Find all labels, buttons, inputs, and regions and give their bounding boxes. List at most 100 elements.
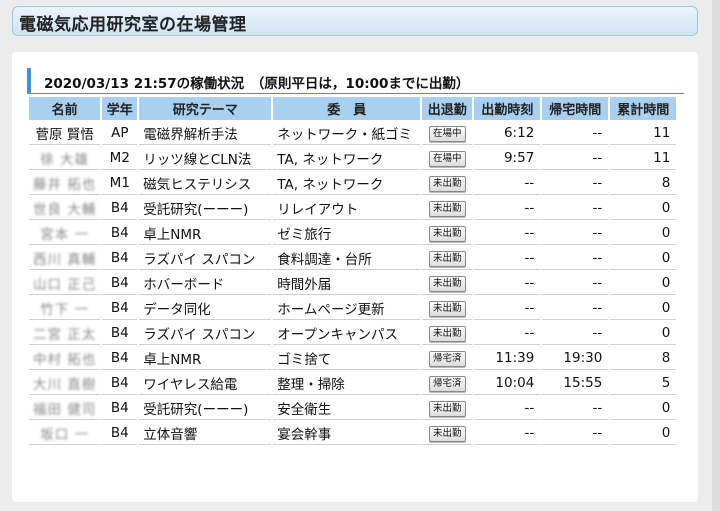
cell-committee: ホームページ更新 xyxy=(273,297,421,320)
cell-theme: 受託研究(ーーー) xyxy=(139,197,272,220)
cell-committee-text: 時間外届 xyxy=(277,277,332,293)
cell-in-time-text: -- xyxy=(524,175,535,191)
table-row: 菅原 賢悟 AP 電磁界解析手法 ネットワーク・紙ゴミ 在場中 6:12 -- 11 xyxy=(29,122,677,145)
cell-grade-text: B4 xyxy=(110,325,129,341)
cell-committee-text: 食料調達・台所 xyxy=(277,252,372,268)
cell-total-text: 0 xyxy=(661,300,671,316)
cell-total: 0 xyxy=(610,222,677,245)
cell-in-time: 6:12 xyxy=(474,122,541,145)
status-button[interactable]: 帰宅済 xyxy=(429,351,466,367)
cell-committee-text: ゴミ捨て xyxy=(277,352,332,368)
cell-out-time: 19:30 xyxy=(542,347,609,370)
status-button[interactable]: 未出勤 xyxy=(429,201,466,217)
cell-name: 中村 拓也 xyxy=(29,347,101,370)
status-button[interactable]: 未出勤 xyxy=(429,276,466,292)
cell-in-time-text: -- xyxy=(524,275,535,291)
status-button[interactable]: 在場中 xyxy=(429,151,466,167)
col-header-committee: 委 員 xyxy=(273,97,421,120)
cell-committee: ゼミ旅行 xyxy=(273,222,421,245)
cell-committee-text: リレイアウト xyxy=(277,202,359,218)
cell-status: 未出勤 xyxy=(422,172,473,195)
status-button[interactable]: 未出勤 xyxy=(429,401,466,417)
cell-grade-text: B4 xyxy=(110,200,129,216)
cell-status: 帰宅済 xyxy=(422,347,473,370)
cell-theme-text: ラズパイ スパコン xyxy=(143,252,256,268)
cell-out-time: 15:55 xyxy=(542,372,609,395)
cell-committee-text: 安全衛生 xyxy=(277,402,332,418)
status-button[interactable]: 未出勤 xyxy=(429,426,466,442)
cell-name-text: 宮本 一 xyxy=(40,227,90,243)
cell-committee: 整理・掃除 xyxy=(273,372,421,395)
cell-status: 未出勤 xyxy=(422,197,473,220)
window-edge xyxy=(712,0,720,511)
status-button[interactable]: 未出勤 xyxy=(429,326,466,342)
col-header-grade: 学年 xyxy=(102,97,138,120)
cell-in-time: -- xyxy=(474,322,541,345)
cell-out-time: -- xyxy=(542,297,609,320)
cell-grade: B4 xyxy=(102,222,138,245)
cell-status: 帰宅済 xyxy=(422,372,473,395)
table-row: 中村 拓也 B4 卓上NMR ゴミ捨て 帰宅済 11:39 19:30 8 xyxy=(29,347,677,370)
cell-out-time: -- xyxy=(542,222,609,245)
cell-name-text: 徐 大雄 xyxy=(40,152,90,168)
cell-theme-text: ラズパイ スパコン xyxy=(143,327,256,343)
table-header-row: 名前 学年 研究テーマ 委 員 出退勤 出勤時刻 帰宅時間 累計時間 xyxy=(29,97,677,120)
cell-out-time-text: -- xyxy=(592,125,603,141)
cell-in-time-text: -- xyxy=(524,200,535,216)
cell-total: 0 xyxy=(610,297,677,320)
cell-committee-text: ゼミ旅行 xyxy=(277,227,332,243)
cell-theme-text: データ同化 xyxy=(143,302,211,318)
cell-total: 8 xyxy=(610,172,677,195)
cell-grade: M1 xyxy=(102,172,138,195)
cell-grade: M2 xyxy=(102,147,138,170)
cell-theme-text: 立体音響 xyxy=(143,427,198,443)
cell-name: 二宮 正太 xyxy=(29,322,101,345)
table-row: 徐 大雄 M2 リッツ線とCLN法 TA, ネットワーク 在場中 9:57 -- 11 xyxy=(29,147,677,170)
cell-out-time: -- xyxy=(542,122,609,145)
cell-grade: B4 xyxy=(102,272,138,295)
table-row: 大川 直樹 B4 ワイヤレス給電 整理・掃除 帰宅済 10:04 15:55 5 xyxy=(29,372,677,395)
cell-committee-text: オープンキャンパス xyxy=(277,327,398,343)
section-title: 2020/03/13 21:57の稼働状況 （原則平日は，10:00までに出勤） xyxy=(44,76,470,92)
status-button[interactable]: 未出勤 xyxy=(429,226,466,242)
cell-grade-text: B4 xyxy=(110,375,129,391)
cell-in-time-text: -- xyxy=(524,325,535,341)
cell-committee: オープンキャンパス xyxy=(273,322,421,345)
cell-out-time: -- xyxy=(542,172,609,195)
cell-total-text: 8 xyxy=(661,175,671,191)
status-button[interactable]: 在場中 xyxy=(429,126,466,142)
cell-in-time: 9:57 xyxy=(474,147,541,170)
status-button[interactable]: 未出勤 xyxy=(429,176,466,192)
cell-grade: B4 xyxy=(102,347,138,370)
table-row: 福田 健司 B4 受託研究(ーーー) 安全衛生 未出勤 -- -- 0 xyxy=(29,397,677,420)
status-button[interactable]: 帰宅済 xyxy=(429,376,466,392)
section-header: 2020/03/13 21:57の稼働状況 （原則平日は，10:00までに出勤） xyxy=(27,68,684,94)
cell-grade-text: B4 xyxy=(110,350,129,366)
cell-total-text: 0 xyxy=(661,425,671,441)
cell-status: 未出勤 xyxy=(422,272,473,295)
cell-status: 未出勤 xyxy=(422,422,473,445)
cell-theme-text: 受託研究(ーーー) xyxy=(143,402,249,418)
cell-theme: 磁気ヒステリシス xyxy=(139,172,272,195)
table-row: 西川 真輔 B4 ラズパイ スパコン 食料調達・台所 未出勤 -- -- 0 xyxy=(29,247,677,270)
cell-name-text: 山口 正己 xyxy=(33,277,97,293)
status-button[interactable]: 未出勤 xyxy=(429,251,466,267)
cell-name-text: 坂口 一 xyxy=(40,427,90,443)
col-header-total: 累計時間 xyxy=(610,97,677,120)
cell-in-time: -- xyxy=(474,222,541,245)
cell-total: 0 xyxy=(610,272,677,295)
cell-name: 大川 直樹 xyxy=(29,372,101,395)
cell-name: 世良 大輔 xyxy=(29,197,101,220)
cell-in-time: -- xyxy=(474,297,541,320)
cell-grade-text: B4 xyxy=(110,300,129,316)
cell-total-text: 0 xyxy=(661,275,671,291)
cell-theme: 電磁界解析手法 xyxy=(139,122,272,145)
status-button[interactable]: 未出勤 xyxy=(429,301,466,317)
cell-in-time-text: -- xyxy=(524,300,535,316)
cell-grade: B4 xyxy=(102,372,138,395)
cell-in-time: -- xyxy=(474,397,541,420)
cell-status: 未出勤 xyxy=(422,222,473,245)
cell-out-time-text: -- xyxy=(592,150,603,166)
cell-out-time: -- xyxy=(542,197,609,220)
cell-grade-text: B4 xyxy=(110,425,129,441)
